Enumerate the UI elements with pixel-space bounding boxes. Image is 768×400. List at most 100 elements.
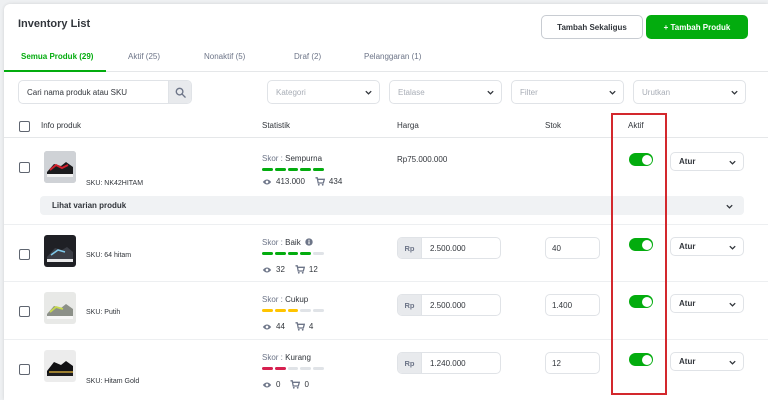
product-image[interactable] — [44, 235, 76, 267]
page-title: Inventory List — [18, 18, 91, 30]
score-prefix: Skor : — [262, 295, 286, 304]
sold-count: 434 — [328, 177, 343, 186]
score-prefix: Skor : — [262, 154, 286, 163]
price-input[interactable]: Rp 1.240.000 — [397, 352, 501, 374]
product-metrics: 0 0 — [262, 380, 309, 389]
sold-count: 4 — [308, 322, 314, 331]
eye-icon — [262, 323, 272, 331]
product-metrics: 44 4 — [262, 322, 313, 331]
score-bar — [262, 252, 324, 255]
atur-dropdown[interactable]: Atur — [670, 352, 744, 371]
currency-prefix: Rp — [398, 238, 422, 258]
stock-input[interactable]: 12 — [545, 352, 600, 374]
score-bar-segment — [274, 252, 286, 255]
cart-icon — [295, 322, 305, 331]
score-value: Baik — [285, 238, 301, 247]
stock-input[interactable]: 40 — [545, 237, 600, 259]
score-bar — [262, 367, 324, 370]
column-statistik: Statistik — [262, 121, 291, 130]
tab-nonaktif[interactable]: Nonaktif (5) — [204, 52, 245, 61]
currency-prefix: Rp — [398, 295, 422, 315]
select-all-checkbox[interactable] — [19, 121, 30, 132]
score-bar-segment — [262, 367, 273, 370]
score-bar-segment — [300, 168, 312, 171]
score-bar — [262, 309, 324, 312]
tab-aktif[interactable]: Aktif (25) — [128, 52, 160, 61]
score-label: Skor : Cukup — [262, 295, 308, 304]
score-prefix: Skor : — [262, 353, 286, 362]
atur-dropdown[interactable]: Atur — [670, 294, 744, 313]
active-tab-indicator — [4, 70, 106, 72]
column-info-produk: Info produk — [41, 121, 82, 130]
inventory-card: Inventory List Tambah Sekaligus + Tambah… — [4, 4, 768, 400]
views-count: 44 — [276, 322, 285, 331]
chevron-down-icon — [729, 360, 736, 365]
product-image[interactable] — [44, 151, 76, 183]
score-bar-segment — [287, 367, 299, 370]
cart-icon — [315, 177, 325, 186]
row-checkbox[interactable] — [19, 306, 30, 317]
score-value: Kurang — [285, 353, 311, 362]
row-checkbox[interactable] — [19, 249, 30, 260]
currency-prefix: Rp — [398, 353, 422, 373]
tab-semua-produk[interactable]: Semua Produk (29) — [21, 52, 93, 61]
price-range: Rp75.000.000 — [397, 155, 448, 164]
score-bar-segment — [262, 309, 273, 312]
search-input[interactable] — [19, 81, 169, 103]
row-checkbox[interactable] — [19, 162, 30, 173]
search-icon — [175, 87, 186, 98]
atur-dropdown[interactable]: Atur — [670, 152, 744, 171]
chevron-down-icon — [729, 160, 736, 165]
cart-icon — [290, 380, 301, 389]
score-bar-segment — [300, 252, 312, 255]
score-value: Cukup — [285, 295, 309, 304]
search-box — [18, 80, 192, 104]
tab-draf[interactable]: Draf (2) — [294, 52, 321, 61]
product-metrics: 32 12 — [262, 265, 318, 274]
row-checkbox[interactable] — [19, 364, 30, 375]
views-count: 0 — [276, 380, 281, 389]
kategori-select[interactable]: Kategori — [267, 80, 380, 104]
filter-select-label: Filter — [520, 87, 538, 97]
bulk-add-button[interactable]: Tambah Sekaligus — [541, 15, 643, 39]
view-variants-label: Lihat varian produk — [52, 201, 127, 210]
product-metrics: 413.000 434 — [262, 177, 342, 186]
price-value: 1.240.000 — [430, 358, 466, 368]
product-image[interactable] — [44, 292, 76, 324]
score-bar-segment — [313, 367, 324, 370]
score-value: Sempurna — [285, 154, 323, 163]
search-button[interactable] — [168, 81, 191, 103]
sold-count: 0 — [304, 380, 309, 389]
score-bar-segment — [262, 168, 273, 171]
price-input[interactable]: Rp 2.500.000 — [397, 237, 501, 259]
score-bar-segment — [262, 252, 273, 255]
score-bar-segment — [287, 252, 299, 255]
stock-input[interactable]: 1.400 — [545, 294, 600, 316]
aktif-column-highlight — [611, 113, 667, 395]
atur-label: Atur — [679, 357, 696, 366]
score-bar-segment — [274, 168, 286, 171]
price-input[interactable]: Rp 2.500.000 — [397, 294, 501, 316]
urutkan-select-label: Urutkan — [642, 87, 671, 97]
etalase-select[interactable]: Etalase — [389, 80, 502, 104]
score-bar-segment — [313, 252, 324, 255]
price-value: 2.500.000 — [430, 243, 466, 253]
product-image[interactable] — [44, 350, 76, 382]
views-count: 413.000 — [276, 177, 305, 186]
info-icon — [305, 238, 313, 246]
chevron-down-icon — [365, 90, 372, 95]
score-label: Skor : Sempurna — [262, 154, 322, 163]
eye-icon — [262, 178, 272, 186]
kategori-select-label: Kategori — [276, 87, 306, 97]
chevron-down-icon — [731, 90, 738, 95]
atur-dropdown[interactable]: Atur — [670, 237, 744, 256]
urutkan-select[interactable]: Urutkan — [633, 80, 746, 104]
add-product-button[interactable]: + Tambah Produk — [646, 15, 748, 39]
tab-pelanggaran[interactable]: Pelanggaran (1) — [364, 52, 421, 61]
chevron-down-icon — [609, 90, 616, 95]
etalase-select-label: Etalase — [398, 87, 425, 97]
chevron-down-icon — [726, 204, 733, 209]
eye-icon — [262, 266, 272, 274]
status-tabs: Semua Produk (29) Aktif (25) Nonaktif (5… — [4, 46, 768, 72]
filter-select[interactable]: Filter — [511, 80, 624, 104]
